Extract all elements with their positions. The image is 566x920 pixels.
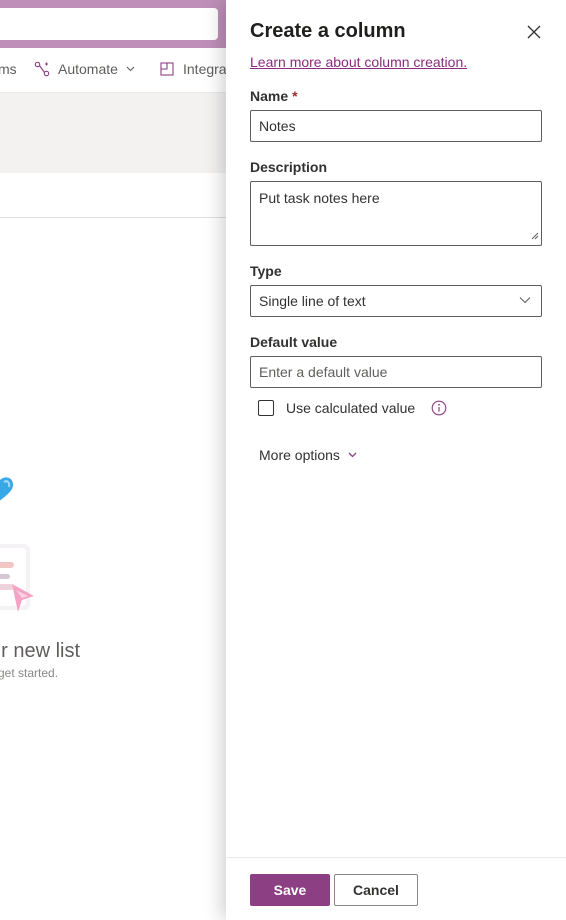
list-header-area xyxy=(0,93,226,173)
description-field[interactable]: Put task notes here xyxy=(250,181,542,246)
background-list-page: ms Automate Integra ur new list o xyxy=(0,0,226,920)
calculated-value-label: Use calculated value xyxy=(286,400,416,416)
integrate-icon xyxy=(159,61,175,77)
close-button[interactable] xyxy=(524,24,544,44)
resize-handle-icon[interactable] xyxy=(531,227,539,243)
command-forms[interactable]: ms xyxy=(0,61,17,77)
name-field[interactable]: Notes xyxy=(250,110,542,142)
name-label: Name * xyxy=(250,88,298,104)
calculated-value-row: Use calculated value xyxy=(258,400,447,416)
empty-state-title: ur new list xyxy=(0,640,81,662)
save-button[interactable]: Save xyxy=(250,874,330,906)
create-column-panel: Create a column Learn more about column … xyxy=(226,0,566,920)
chevron-down-icon xyxy=(126,66,135,72)
empty-list-illustration xyxy=(0,460,80,630)
type-dropdown[interactable]: Single line of text xyxy=(250,285,542,317)
command-forms-label: ms xyxy=(0,61,17,77)
name-field-value: Notes xyxy=(259,118,296,134)
description-label: Description xyxy=(250,159,328,175)
required-marker: * xyxy=(292,88,298,104)
name-label-text: Name xyxy=(250,88,289,104)
suite-bar xyxy=(0,0,226,48)
footer-divider xyxy=(226,857,566,858)
command-integrate[interactable]: Integra xyxy=(159,61,226,77)
default-value-field[interactable]: Enter a default value xyxy=(250,356,542,388)
cancel-button[interactable]: Cancel xyxy=(334,874,418,906)
calculated-value-checkbox[interactable] xyxy=(258,400,274,416)
close-icon xyxy=(527,25,541,44)
learn-more-link[interactable]: Learn more about column creation. xyxy=(250,54,467,70)
info-icon[interactable] xyxy=(431,400,447,416)
chevron-down-icon xyxy=(348,452,357,458)
search-box[interactable] xyxy=(0,8,218,40)
chevron-down-icon xyxy=(519,296,531,304)
more-options-button[interactable]: More options xyxy=(259,447,357,463)
type-dropdown-value: Single line of text xyxy=(259,293,366,309)
command-automate[interactable]: Automate xyxy=(34,61,135,77)
command-automate-label: Automate xyxy=(58,61,118,77)
more-options-label: More options xyxy=(259,447,340,463)
panel-title: Create a column xyxy=(250,20,406,42)
default-value-placeholder: Enter a default value xyxy=(259,364,388,380)
description-field-value: Put task notes here xyxy=(259,190,380,206)
command-integrate-label: Integra xyxy=(183,61,226,77)
empty-state-subtitle: o get started. xyxy=(0,666,59,680)
automate-icon xyxy=(34,61,50,77)
type-label: Type xyxy=(250,263,282,279)
divider xyxy=(0,217,226,218)
default-value-label: Default value xyxy=(250,334,338,350)
